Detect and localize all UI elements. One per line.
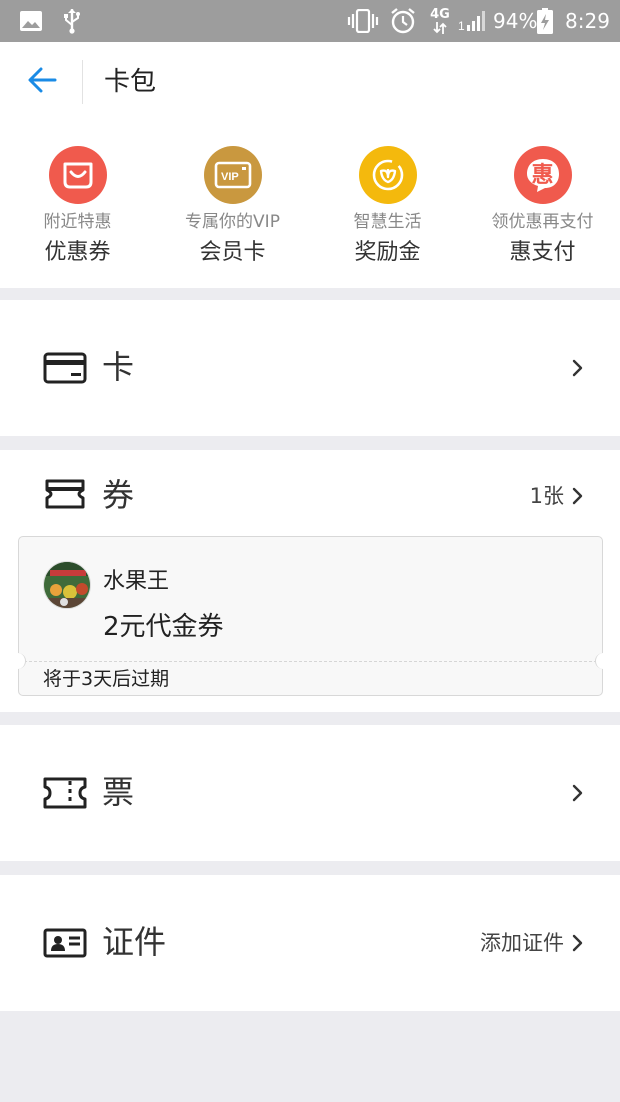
- status-bar: 4G 1 94% 8:29: [0, 0, 620, 42]
- coupons-row[interactable]: 券 1张: [0, 450, 620, 536]
- quick-action-label: 惠支付: [509, 240, 576, 265]
- cards-section: 卡: [0, 300, 620, 436]
- network-4g-icon: 4G: [428, 7, 452, 35]
- header-divider: [82, 60, 83, 104]
- clock: 8:29: [565, 9, 610, 33]
- tickets-label: 票: [102, 773, 135, 811]
- coupon-icon: [42, 474, 88, 514]
- card-icon: [42, 348, 88, 388]
- hui-icon-text: 惠: [531, 163, 553, 188]
- reward-coin-icon: [358, 146, 417, 204]
- coupons-label: 券: [102, 476, 135, 514]
- coupon-expiry: 将于3天后过期: [43, 668, 170, 690]
- ticket-icon: [42, 773, 88, 813]
- coupon-title: 2元代金券: [103, 612, 224, 642]
- coupon-notch-right: [595, 653, 611, 669]
- chevron-right-icon: [570, 356, 586, 380]
- merchant-avatar: [43, 561, 91, 609]
- quick-action-subtitle: 专属你的VIP: [185, 212, 280, 232]
- ids-row[interactable]: 证件 添加证件: [0, 875, 620, 1011]
- quick-action-subtitle: 附近特惠: [43, 212, 112, 232]
- quick-action-label: 会员卡: [199, 240, 266, 265]
- page-title: 卡包: [104, 67, 157, 97]
- quick-action-hui-pay[interactable]: 惠 领优惠再支付 惠支付: [465, 124, 620, 288]
- tickets-row[interactable]: 票: [0, 725, 620, 861]
- coupon-dashed-divider: [19, 661, 602, 662]
- id-card-icon: [42, 923, 88, 963]
- add-id-action[interactable]: 添加证件: [480, 929, 564, 957]
- battery-charging-icon: [536, 7, 554, 35]
- quick-action-label: 奖励金: [354, 240, 421, 265]
- battery-percent: 94%: [493, 9, 538, 33]
- back-arrow-icon: [27, 67, 57, 97]
- vip-card-icon: VIP: [203, 146, 262, 204]
- chevron-right-icon: [570, 484, 586, 508]
- quick-action-subtitle: 领优惠再支付: [491, 212, 594, 232]
- quick-action-coupons[interactable]: 附近特惠 优惠券: [0, 124, 155, 288]
- vip-icon-text: VIP: [221, 171, 239, 183]
- coupon-card[interactable]: 水果王 2元代金券 将于3天后过期: [10, 536, 611, 696]
- coupons-section: 券 1张 水果王 2元代金券 将于3天后过期: [0, 450, 620, 712]
- usb-icon: [60, 7, 84, 35]
- chevron-right-icon: [570, 931, 586, 955]
- signal-icon: 1: [457, 7, 487, 35]
- coupon-merchant: 水果王: [103, 569, 170, 594]
- quick-action-rewards[interactable]: 智慧生活 奖励金: [310, 124, 465, 288]
- quick-action-subtitle: 智慧生活: [353, 212, 422, 232]
- back-button[interactable]: [24, 64, 60, 100]
- hui-pay-icon: 惠: [513, 146, 572, 204]
- cards-row[interactable]: 卡: [0, 300, 620, 436]
- chevron-right-icon: [570, 781, 586, 805]
- header: 卡包: [0, 42, 620, 124]
- tickets-section: 票: [0, 725, 620, 861]
- coupon-notch-left: [10, 653, 26, 669]
- svg-text:1: 1: [458, 19, 465, 32]
- vibrate-icon: [346, 7, 380, 35]
- quick-actions: 附近特惠 优惠券 VIP 专属你的VIP 会员卡 智慧生活 奖励金 惠 领优惠再…: [0, 124, 620, 288]
- quick-action-label: 优惠券: [44, 240, 111, 265]
- coupon-smile-icon: [48, 146, 107, 204]
- ids-section: 证件 添加证件: [0, 875, 620, 1011]
- quick-action-membership[interactable]: VIP 专属你的VIP 会员卡: [155, 124, 310, 288]
- image-icon: [18, 7, 44, 35]
- alarm-icon: [388, 7, 418, 35]
- cards-label: 卡: [102, 348, 135, 386]
- ids-label: 证件: [102, 923, 167, 961]
- coupons-count: 1张: [529, 484, 564, 508]
